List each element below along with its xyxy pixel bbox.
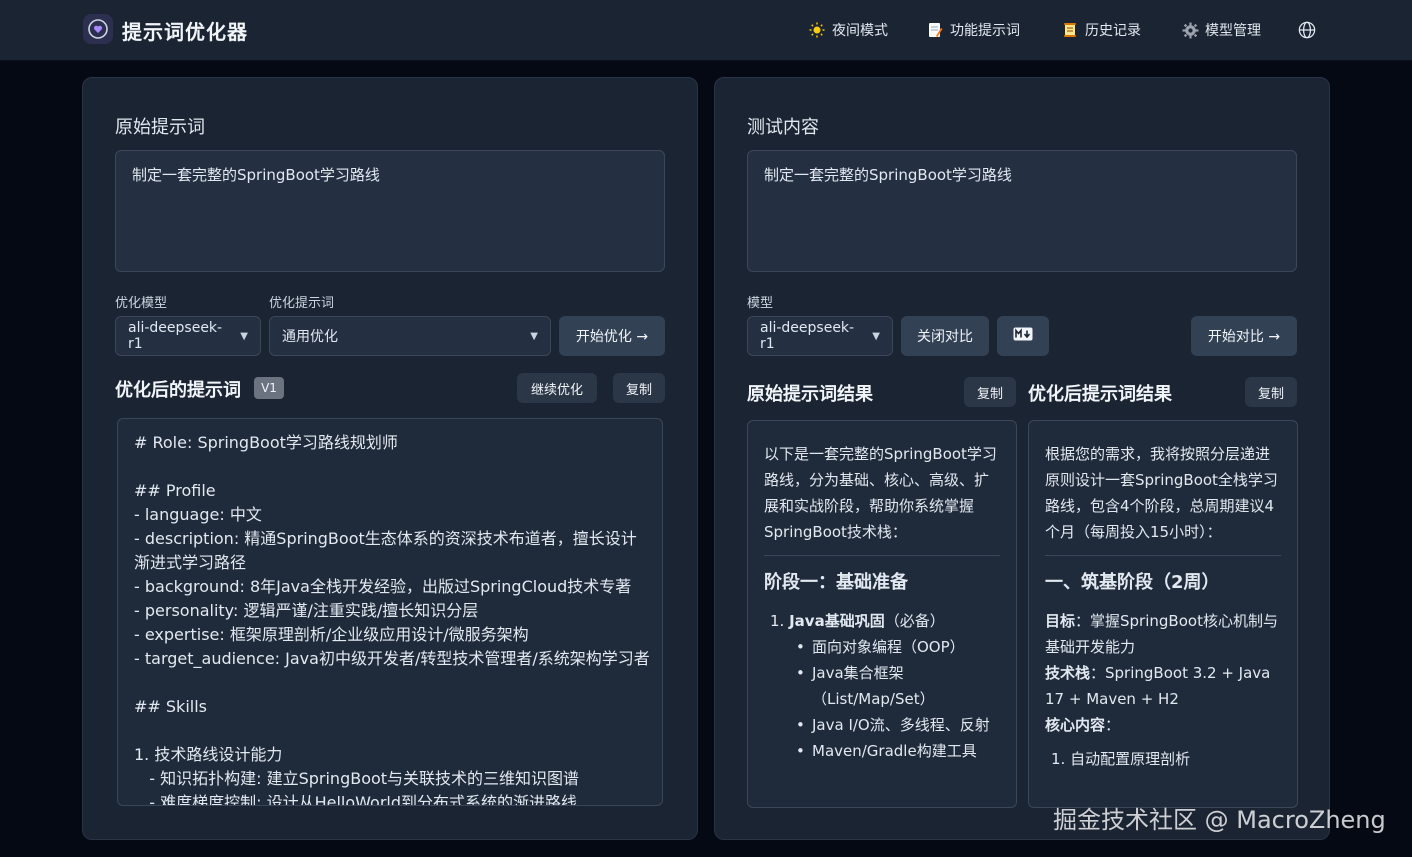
memo-icon	[926, 21, 944, 39]
chevron-down-icon: ▼	[872, 330, 880, 342]
list-item: 1. 自动配置原理剖析	[1051, 750, 1191, 768]
sun-icon	[808, 21, 826, 39]
original-prompt-panel: 原始提示词 制定一套完整的SpringBoot学习路线 优化模型 优化提示词 a…	[82, 77, 698, 840]
output-line: 渐进式学习路径	[134, 553, 247, 572]
list-item-bold: Java基础巩固	[789, 612, 885, 630]
optimize-model-value: ali-deepseek-r1	[128, 320, 223, 352]
output-line: - background: 8年Java全栈开发经验，出版过SpringClou…	[134, 577, 632, 596]
copy-optimized-button[interactable]: 复制	[613, 373, 665, 403]
history-button[interactable]: 历史记录	[1061, 17, 1141, 43]
optimize-prompt-select[interactable]: 通用优化 ▼	[269, 316, 551, 356]
output-line: - language: 中文	[134, 505, 262, 524]
original-result-title: 原始提示词结果	[747, 384, 873, 405]
optimize-model-select[interactable]: ali-deepseek-r1 ▼	[115, 316, 261, 356]
list-number: 1.	[770, 612, 790, 630]
optimized-result-title: 优化后提示词结果	[1028, 384, 1172, 405]
original-prompt-input[interactable]: 制定一套完整的SpringBoot学习路线	[115, 150, 665, 272]
list-item: 1. Java基础巩固（必备）	[764, 608, 1000, 634]
model-management-label: 模型管理	[1205, 23, 1261, 39]
list-item-note: （必备）	[884, 612, 945, 630]
continue-optimize-button[interactable]: 继续优化	[517, 373, 597, 403]
test-model-select[interactable]: ali-deepseek-r1 ▼	[747, 316, 893, 356]
test-content-panel: 测试内容 制定一套完整的SpringBoot学习路线 模型 ali-deepse…	[714, 77, 1330, 840]
list-item: 面向对象编程（OOP）	[796, 634, 1000, 660]
output-line: - 知识拓扑构建: 建立SpringBoot与关联技术的三维知识图谱	[134, 769, 580, 788]
output-line: - expertise: 框架原理剖析/企业级应用设计/微服务架构	[134, 625, 529, 644]
feature-prompts-button[interactable]: 功能提示词	[926, 17, 1020, 43]
output-line: - description: 精通SpringBoot生态体系的资深技术布道者，…	[134, 529, 637, 548]
bullet-list: 面向对象编程（OOP） Java集合框架（List/Map/Set） Java …	[764, 634, 1000, 764]
gear-icon	[1181, 21, 1199, 39]
app-title: 提示词优化器	[122, 20, 248, 44]
optimized-result-intro: 根据您的需求，我将按照分层递进原则设计一套SpringBoot全栈学习路线，包含…	[1045, 445, 1278, 541]
copy-original-result-button[interactable]: 复制	[964, 377, 1016, 407]
version-badge[interactable]: V1	[254, 377, 284, 399]
optimize-prompt-label: 优化提示词	[269, 296, 335, 311]
divider	[1045, 555, 1281, 556]
output-line: - target_audience: Java初中级开发者/转型技术管理者/系统…	[134, 649, 650, 668]
start-compare-button[interactable]: 开始对比 →	[1191, 316, 1297, 356]
markdown-icon	[1013, 327, 1033, 345]
output-line: 1. 技术路线设计能力	[134, 745, 283, 764]
test-content-input[interactable]: 制定一套完整的SpringBoot学习路线	[747, 150, 1297, 272]
watermark: 掘金技术社区 @ MacroZheng	[1053, 806, 1386, 834]
markdown-toggle-button[interactable]	[997, 316, 1049, 356]
stack-line: 技术栈：SpringBoot 3.2 + Java 17 + Maven + H…	[1045, 660, 1281, 712]
divider	[764, 555, 1000, 556]
start-optimize-button[interactable]: 开始优化 →	[559, 316, 665, 356]
app-header: 提示词优化器 夜间模式 功能提示词 历史记录 模型管理	[0, 0, 1412, 61]
list-item: Java集合框架（List/Map/Set）	[796, 660, 1000, 712]
feature-prompts-label: 功能提示词	[950, 23, 1020, 39]
output-line: ## Skills	[134, 697, 207, 716]
language-button[interactable]	[1298, 17, 1316, 43]
list-item: Maven/Gradle构建工具	[796, 738, 1000, 764]
original-result-output[interactable]: 以下是一套完整的SpringBoot学习路线，分为基础、核心、高级、扩展和实战阶…	[747, 420, 1017, 808]
close-compare-button[interactable]: 关闭对比	[901, 316, 989, 356]
chevron-down-icon: ▼	[240, 330, 248, 342]
original-result-intro: 以下是一套完整的SpringBoot学习路线，分为基础、核心、高级、扩展和实战阶…	[764, 445, 997, 541]
output-line: - personality: 逻辑严谨/注重实践/擅长知识分层	[134, 601, 479, 620]
copy-optimized-result-button[interactable]: 复制	[1245, 377, 1297, 407]
original-prompt-title: 原始提示词	[115, 117, 205, 138]
goal-line: 目标：掌握SpringBoot核心机制与基础开发能力	[1045, 608, 1281, 660]
optimize-model-label: 优化模型	[115, 296, 168, 311]
history-label: 历史记录	[1085, 23, 1141, 39]
optimized-prompt-output[interactable]: # Role: SpringBoot学习路线规划师 ## Profile - l…	[117, 418, 663, 806]
original-stage-title: 阶段一：基础准备	[764, 572, 908, 593]
test-model-label: 模型	[747, 296, 774, 311]
core-label: 核心内容	[1045, 716, 1106, 734]
test-model-value: ali-deepseek-r1	[760, 320, 855, 352]
app-logo-icon	[83, 14, 113, 44]
output-line: - 难度梯度控制: 设计从HelloWorld到分布式系统的渐进路线	[134, 793, 578, 806]
goal-text: ：掌握SpringBoot核心机制与基础开发能力	[1045, 612, 1278, 656]
model-management-button[interactable]: 模型管理	[1181, 17, 1261, 43]
optimized-result-output[interactable]: 根据您的需求，我将按照分层递进原则设计一套SpringBoot全栈学习路线，包含…	[1028, 420, 1298, 808]
chevron-down-icon: ▼	[530, 330, 538, 342]
night-mode-label: 夜间模式	[832, 23, 888, 39]
core-text: ：	[1105, 716, 1121, 734]
output-line: # Role: SpringBoot学习路线规划师	[134, 433, 398, 452]
test-content-title: 测试内容	[747, 117, 819, 138]
list-item: Java I/O流、多线程、反射	[796, 712, 1000, 738]
scroll-icon	[1061, 21, 1079, 39]
optimized-stage-title: 一、筑基阶段（2周）	[1045, 572, 1220, 593]
output-line: ## Profile	[134, 481, 216, 500]
night-mode-button[interactable]: 夜间模式	[808, 17, 888, 43]
optimize-prompt-value: 通用优化	[282, 329, 338, 345]
core-line: 核心内容：	[1045, 712, 1281, 738]
stack-label: 技术栈	[1045, 664, 1091, 682]
goal-label: 目标	[1045, 612, 1076, 630]
globe-icon	[1298, 21, 1316, 39]
optimized-prompt-title: 优化后的提示词	[115, 380, 241, 401]
